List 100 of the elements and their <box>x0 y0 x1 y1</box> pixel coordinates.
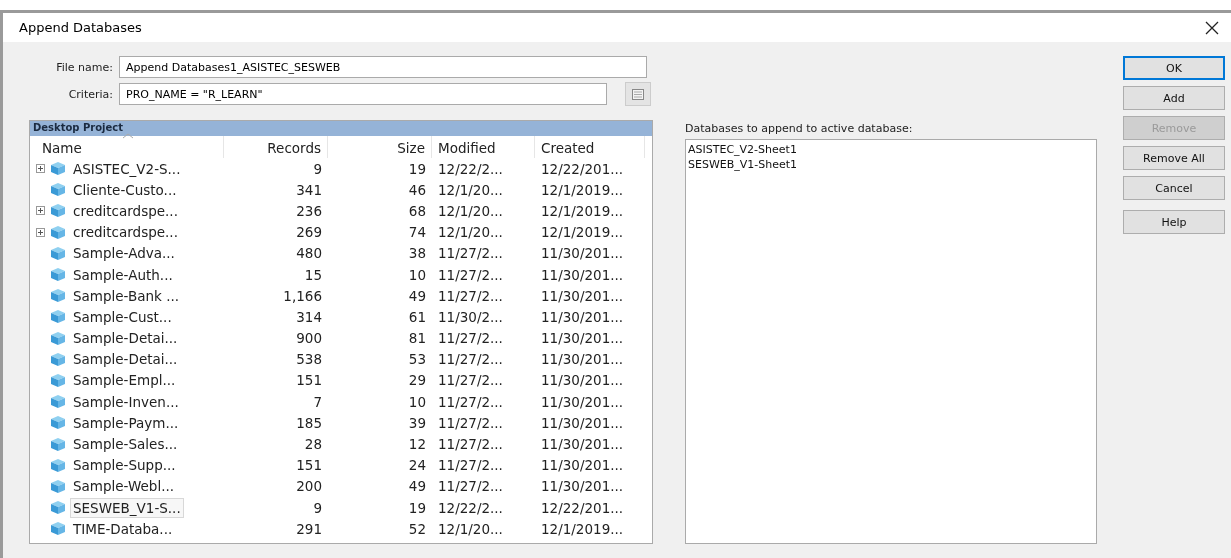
table-cell-text: 11/27/2... <box>437 351 504 368</box>
list-item[interactable]: SESWEB_V1-Sheet1 <box>688 157 1094 172</box>
tree-item[interactable]: Sample-Webl... <box>70 476 177 497</box>
database-icon <box>50 288 66 304</box>
table-cell-text: 11/30/201... <box>540 351 625 368</box>
table-cell-text: 12/1/20... <box>437 202 504 219</box>
column-header[interactable]: Size <box>328 136 432 158</box>
tree-item[interactable]: Sample-Sales... <box>70 434 181 455</box>
table-cell-text: 269 <box>295 224 323 241</box>
table-cell-text: 11/27/2... <box>437 372 504 389</box>
expand-icon[interactable] <box>36 227 45 237</box>
tree-item[interactable]: Sample-Auth... <box>70 264 176 285</box>
dialog-button[interactable]: Cancel <box>1123 176 1225 200</box>
table-cell-text: 900 <box>295 330 323 347</box>
window-title: Append Databases <box>19 20 142 35</box>
database-icon <box>50 436 66 452</box>
table-cell-text: 314 <box>295 308 323 325</box>
column-header[interactable]: Name <box>36 136 224 158</box>
table-cell-text: 53 <box>407 351 427 368</box>
expand-icon[interactable] <box>36 206 45 216</box>
table-cell-text: 49 <box>407 287 427 304</box>
database-icon <box>50 309 66 325</box>
column-header[interactable]: Records <box>224 136 328 158</box>
table-cell-text: 185 <box>295 414 323 431</box>
tree-item[interactable]: Cliente-Custo... <box>70 179 180 200</box>
table-cell-text: 11/27/2... <box>437 266 504 283</box>
table-cell-text: 52 <box>407 520 427 537</box>
editor-button[interactable] <box>625 82 651 106</box>
database-icon <box>50 224 66 240</box>
tree-row[interactable]: ASISTEC_V2-S... 9 19 12/22/2... 12/22/201... <box>30 158 652 180</box>
tree-item[interactable]: creditcardspe... <box>70 200 181 221</box>
tree-item[interactable]: Sample-Paym... <box>70 412 182 433</box>
tree-row[interactable]: Sample-Supp... 151 24 11/27/2... 11/30/201... <box>30 454 652 476</box>
tree-item[interactable]: Sample-Empl... <box>70 370 179 391</box>
tree-item[interactable]: Sample-Detai... <box>70 328 181 349</box>
tree-row[interactable]: Sample-Inven... 7 10 11/27/2... 11/30/201... <box>30 391 652 413</box>
tree-item[interactable]: Sample-Detai... <box>70 349 181 370</box>
dialog-button[interactable]: Add <box>1123 86 1225 110</box>
table-cell-text: 12 <box>407 436 427 453</box>
calculator-icon <box>632 88 644 100</box>
tree-item[interactable]: Sample-Bank ... <box>70 285 183 306</box>
panel-header: Desktop Project <box>30 121 652 136</box>
table-cell-text: 11/30/201... <box>540 245 625 262</box>
tree-item[interactable]: creditcardspe... <box>70 222 181 243</box>
table-cell-text: 11/27/2... <box>437 478 504 495</box>
tree-item[interactable]: TIME-Databa... <box>70 518 176 539</box>
tree-row[interactable]: Sample-Detai... 538 53 11/27/2... 11/30/201... <box>30 348 652 370</box>
tree-row[interactable]: TIME-Databa... 291 52 12/1/20... 12/1/2019... <box>30 518 652 540</box>
criteria-field[interactable]: PRO_NAME = "R_LEARN" <box>119 83 607 105</box>
tree-row[interactable]: Sample-Empl... 151 29 11/27/2... 11/30/201... <box>30 369 652 392</box>
table-cell-text: 11/30/2... <box>437 308 504 325</box>
table-cell-text: 11/30/201... <box>540 330 625 347</box>
tree-row[interactable]: SESWEB_V1-S... 9 19 12/22/2... 12/22/201... <box>30 497 652 519</box>
tree-row[interactable]: creditcardspe... 269 74 12/1/20... 12/1/2019... <box>30 221 652 243</box>
table-cell-text: 19 <box>407 499 427 516</box>
tree-row[interactable]: Sample-Adva... 480 38 11/27/2... 11/30/201... <box>30 242 652 264</box>
tree-item[interactable]: Sample-Cust... <box>70 306 175 327</box>
database-icon <box>50 457 66 473</box>
dialog-button[interactable]: OK <box>1123 56 1225 80</box>
table-cell-text: 81 <box>407 330 427 347</box>
table-cell-text: 10 <box>407 393 427 410</box>
dialog-button[interactable]: Help <box>1123 210 1225 234</box>
table-cell-text: 12/22/201... <box>540 160 625 177</box>
list-label: Databases to append to active database: <box>685 122 914 135</box>
table-cell-text: 9 <box>312 499 323 516</box>
table-cell-text: 12/1/20... <box>437 181 504 198</box>
tree-row[interactable]: Sample-Bank ... 1,166 49 11/27/2... 11/30/201... <box>30 285 652 307</box>
dialog-button[interactable]: Remove All <box>1123 146 1225 170</box>
table-cell-text: 200 <box>295 478 323 495</box>
field-label: File name: <box>55 60 113 74</box>
sort-icon <box>122 133 134 139</box>
tree-row[interactable]: Sample-Sales... 28 12 11/27/2... 11/30/201... <box>30 433 652 455</box>
tree-row[interactable]: Sample-Cust... 314 61 11/30/2... 11/30/201... <box>30 306 652 328</box>
database-icon <box>50 521 66 537</box>
tree-row[interactable]: Cliente-Custo... 341 46 12/1/20... 12/1/2019... <box>30 179 652 201</box>
tree-row[interactable]: creditcardspe... 236 68 12/1/20... 12/1/2019... <box>30 200 652 222</box>
list-item[interactable]: ASISTEC_V2-Sheet1 <box>688 142 1094 157</box>
column-header[interactable]: Modified <box>432 136 535 158</box>
table-cell-text: 11/27/2... <box>437 287 504 304</box>
tree-row[interactable]: Sample-Auth... 15 10 11/27/2... 11/30/201... <box>30 263 652 286</box>
tree-row[interactable]: Sample-Detai... 900 81 11/27/2... 11/30/201... <box>30 327 652 349</box>
tree-item[interactable]: Sample-Supp... <box>70 455 179 476</box>
table-cell-text: 11/27/2... <box>437 414 504 431</box>
tree-item[interactable]: Sample-Adva... <box>70 243 178 264</box>
table-cell-text: 74 <box>407 224 427 241</box>
table-cell-text: 10 <box>407 266 427 283</box>
table-cell-text: 12/1/2019... <box>540 202 625 219</box>
tree-row[interactable]: Sample-Webl... 200 49 11/27/2... 11/30/201... <box>30 475 652 497</box>
table-cell-text: 11/27/2... <box>437 245 504 262</box>
expand-icon[interactable] <box>36 164 45 174</box>
column-header[interactable]: Created <box>535 136 645 158</box>
tree-item[interactable]: ASISTEC_V2-S... <box>70 158 184 179</box>
tree-item[interactable]: SESWEB_V1-S... <box>70 497 184 518</box>
table-cell-text: 11/30/201... <box>540 372 625 389</box>
tree-item[interactable]: Sample-Inven... <box>70 391 182 412</box>
tree-row[interactable]: Sample-Paym... 185 39 11/27/2... 11/30/201... <box>30 412 652 434</box>
file-name-field[interactable]: Append Databases1_ASISTEC_SESWEB <box>119 56 647 78</box>
table-cell-text: 12/22/201... <box>540 499 625 516</box>
database-icon <box>50 415 66 431</box>
table-cell-text: 12/22/2... <box>437 499 504 516</box>
